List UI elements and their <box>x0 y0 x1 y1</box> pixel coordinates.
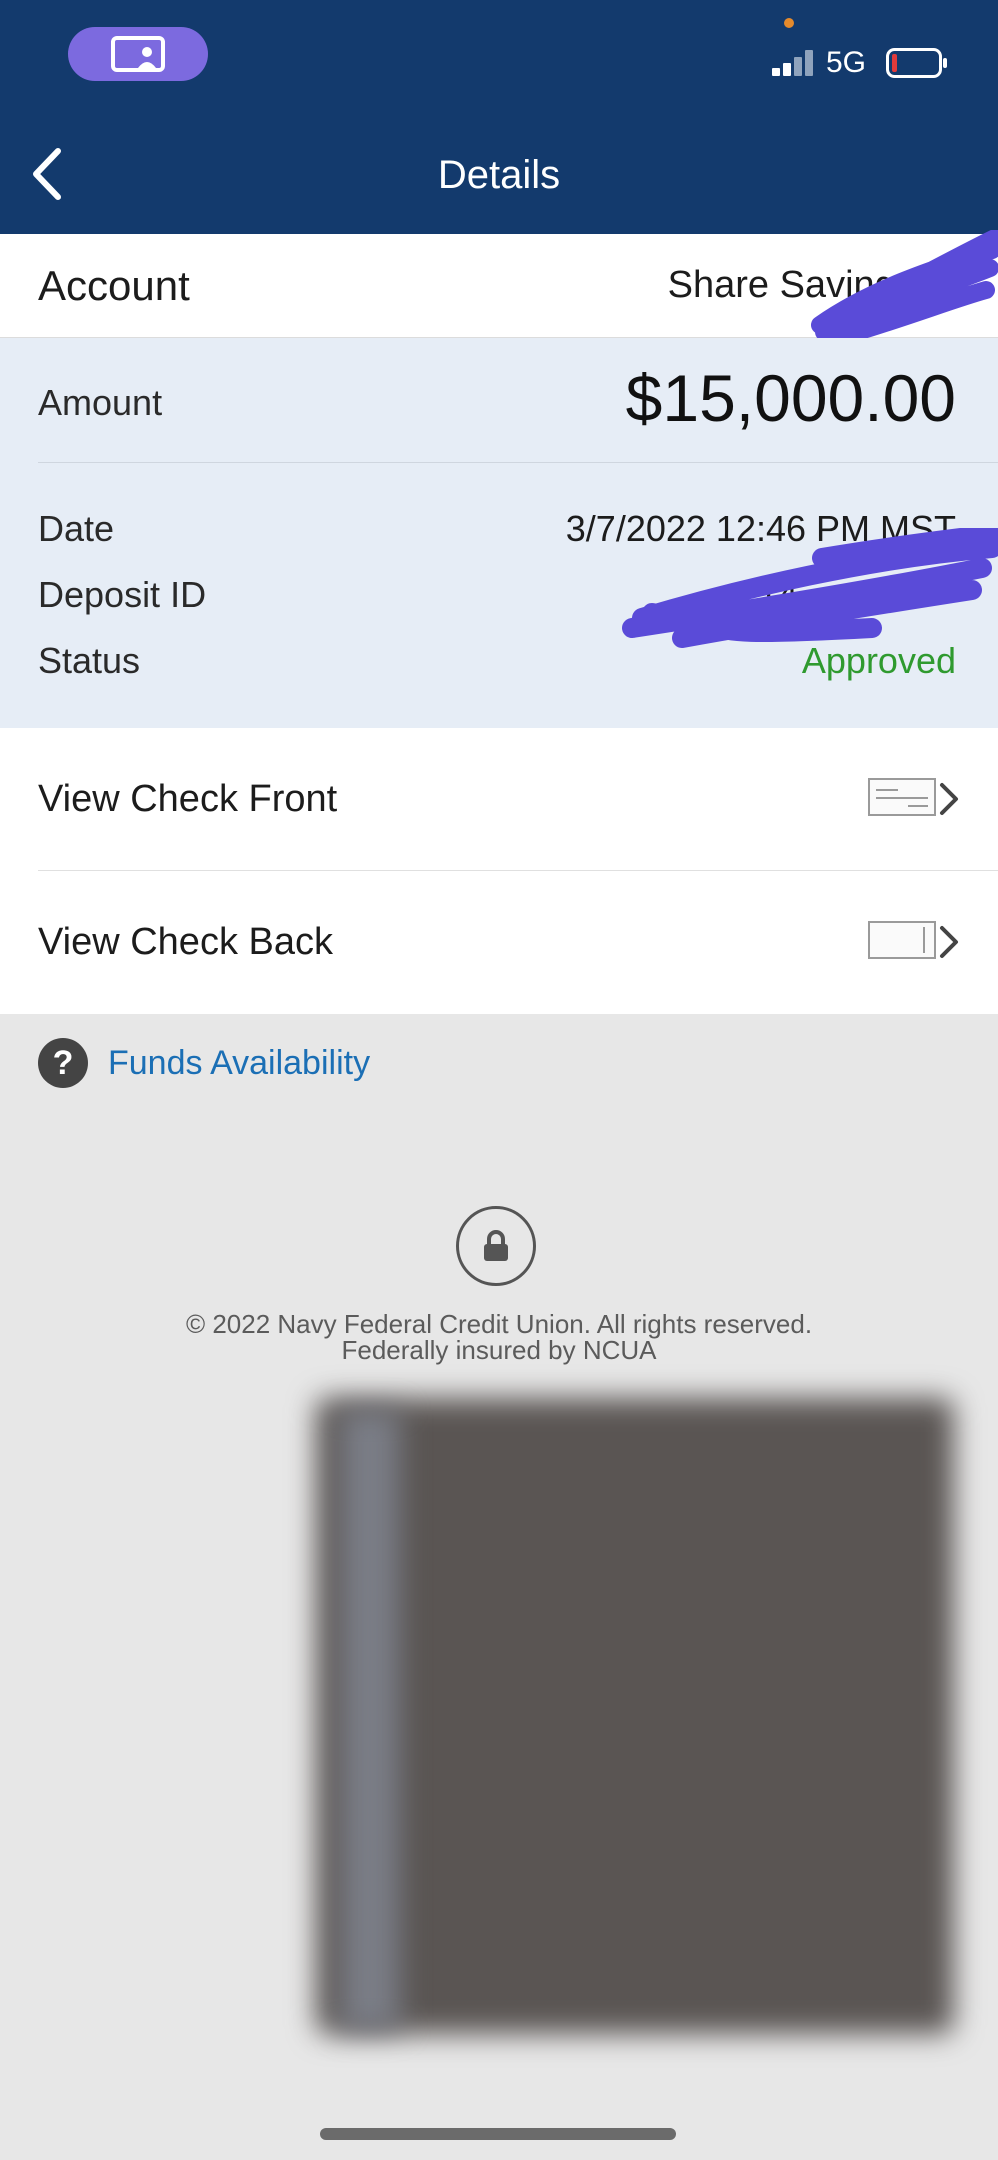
privacy-indicator-dot <box>784 18 794 28</box>
view-check-front-row[interactable]: View Check Front <box>0 728 998 871</box>
screen-share-icon <box>111 36 165 72</box>
network-type-label: 5G <box>826 46 867 79</box>
battery-low-icon <box>886 48 947 78</box>
view-check-back-row[interactable]: View Check Back <box>0 871 998 1014</box>
home-indicator[interactable] <box>320 2128 676 2140</box>
status-value: Approved <box>801 640 956 681</box>
amount-label: Amount <box>38 382 163 423</box>
blurred-overlay-strip <box>340 1410 400 2030</box>
lock-icon <box>456 1206 536 1286</box>
check-back-icon <box>868 921 936 959</box>
ncua-text: Federally insured by NCUA <box>341 1335 657 1365</box>
account-value: Share Savings - <box>667 264 938 306</box>
deposit-summary-panel: Amount $15,000.00 Date 3/7/2022 12:46 PM… <box>0 338 998 728</box>
chevron-right-icon <box>940 926 958 958</box>
page-title: Details <box>437 153 561 197</box>
funds-availability-link[interactable]: Funds Availability <box>108 1044 370 1083</box>
status-bar: 5G <box>0 0 998 110</box>
help-icon: ? <box>38 1038 88 1088</box>
screen-share-indicator[interactable] <box>68 27 208 81</box>
view-check-back-label: View Check Back <box>38 921 333 963</box>
deposit-id-value: 14 <box>757 574 798 615</box>
blurred-overlay <box>316 1398 954 2034</box>
signal-bars-icon <box>772 50 813 76</box>
funds-availability-row[interactable]: ? Funds Availability <box>38 1038 370 1088</box>
status-label: Status <box>38 640 141 681</box>
account-label: Account <box>38 262 190 309</box>
account-row: Account Share Savings - <box>0 230 998 349</box>
amount-value: $15,000.00 <box>625 361 956 435</box>
date-label: Date <box>38 508 115 549</box>
chevron-right-icon <box>940 783 958 815</box>
view-check-front-label: View Check Front <box>38 778 338 820</box>
copyright-text: © 2022 Navy Federal Credit Union. All ri… <box>185 1309 813 1339</box>
deposit-id-label: Deposit ID <box>38 574 207 615</box>
check-front-icon <box>868 778 936 816</box>
panel-divider <box>38 462 998 463</box>
date-value: 3/7/2022 12:46 PM MST <box>565 508 956 549</box>
nav-bar: Details <box>0 110 998 234</box>
